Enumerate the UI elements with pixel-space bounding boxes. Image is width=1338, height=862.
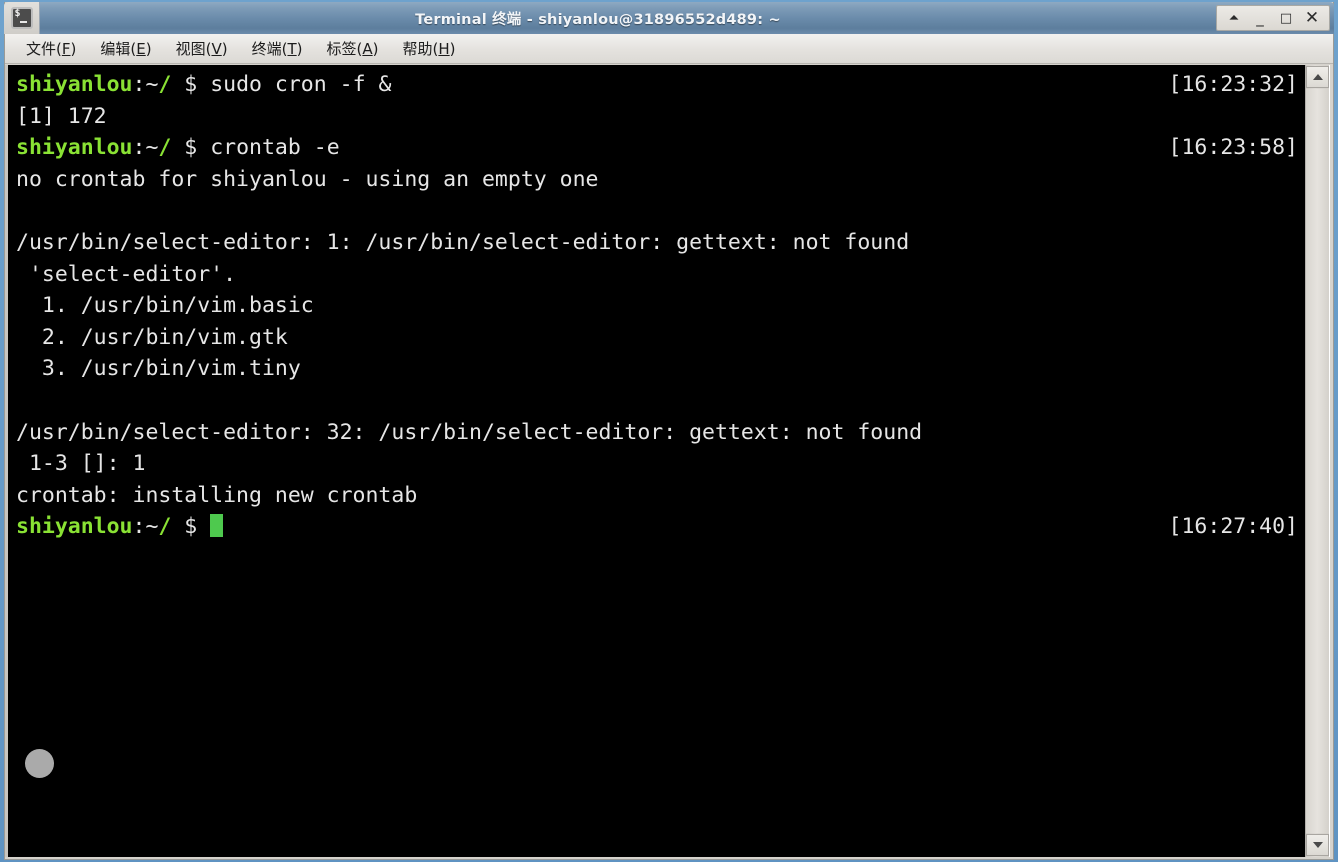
close-button[interactable]: ✕ [1299,6,1325,30]
prompt-colon: : [132,514,146,540]
menu-item-label: 终端 [251,40,282,58]
terminal-output-line: crontab: installing new crontab [16,480,1305,512]
terminal-output-line: 1-3 []: 1 [16,448,1305,480]
terminal-cursor [210,514,224,538]
minimize-button[interactable]: _ [1247,6,1273,30]
terminal-scrollbar[interactable] [1305,65,1330,857]
terminal-timestamp: [16:23:58] [1168,135,1298,161]
menu-item-label: 视图 [175,40,206,58]
prompt-path-tilde: ~ [145,72,159,97]
menu-item-4[interactable]: 终端(T) [241,35,314,62]
scroll-up-arrow-icon[interactable] [1306,66,1329,88]
terminal-output-line: /usr/bin/select-editor: 1: /usr/bin/sele… [16,227,1305,259]
prompt-symbol: $ [171,72,198,97]
prompt-colon: : [132,135,146,161]
menu-item-6[interactable]: 帮助(H) [392,35,467,62]
menu-item-3[interactable]: 视图(V) [165,35,239,62]
menu-item-accelerator: (E) [130,40,152,58]
shell-prompt: shiyanlou:~/ $ [16,72,197,97]
terminal-output-line: 2. /usr/bin/vim.gtk [16,322,1305,354]
terminal-output: shiyanlou:~/ $ sudo cron -f & [16:23:32][… [16,69,1305,543]
terminal-icon [10,7,33,29]
menu-item-2[interactable]: 编辑(E) [89,35,162,62]
maximize-button[interactable]: □ [1273,6,1299,30]
terminal-screen[interactable]: shiyanlou:~/ $ sudo cron -f & [16:23:32][… [5,65,1305,857]
terminal-command-text: sudo cron -f & [197,72,392,97]
menu-item-accelerator: (V) [205,40,228,58]
prompt-symbol: $ [171,514,198,540]
menu-item-5[interactable]: 标签(A) [316,35,390,62]
prompt-symbol: $ [171,135,198,161]
terminal-command-text: crontab -e [197,135,340,161]
terminal-area: shiyanlou:~/ $ sudo cron -f & [16:23:32][… [5,65,1333,857]
terminal-output-text: 3. /usr/bin/vim.tiny [16,356,301,382]
scrollbar-track[interactable] [1306,89,1329,833]
menu-item-accelerator: (T) [281,40,303,58]
scroll-down-arrow-icon[interactable] [1306,834,1329,856]
prompt-path-slash: / [158,135,172,161]
menu-item-label: 文件 [26,40,57,58]
terminal-prompt-line: shiyanlou:~/ $ sudo cron -f & [16:23:32] [16,69,1305,101]
terminal-output-line: 3. /usr/bin/vim.tiny [16,353,1305,385]
terminal-output-text: 1-3 []: 1 [16,451,146,477]
terminal-output-line: [1] 172 [16,101,1305,133]
prompt-user: shiyanlou [16,135,133,161]
terminal-output-line: no crontab for shiyanlou - using an empt… [16,164,1305,196]
menu-item-label: 标签 [326,40,357,58]
terminal-timestamp: [16:23:32] [1168,72,1298,97]
terminal-output-text: [1] 172 [16,103,107,129]
menu-item-label: 帮助 [402,40,433,58]
terminal-prompt-line: shiyanlou:~/ $ crontab -e [16:23:58] [16,132,1305,164]
shell-prompt: shiyanlou:~/ $ [16,135,197,160]
prompt-path-slash: / [158,72,172,97]
terminal-output-line: 1. /usr/bin/vim.basic [16,290,1305,322]
terminal-output-text: 2. /usr/bin/vim.gtk [16,324,288,350]
menu-item-accelerator: (A) [356,40,379,58]
terminal-output-text: no crontab for shiyanlou - using an empt… [16,166,599,192]
menu-bar: 文件(F) 编辑(E) 视图(V) 终端(T) 标签(A) 帮助(H) [5,34,1333,64]
menu-item-1[interactable]: 文件(F) [15,35,87,62]
window-title: Terminal 终端 - shiyanlou@31896552d489: ~ [415,11,781,28]
mouse-pointer-indicator [25,749,54,778]
terminal-output-text: 1. /usr/bin/vim.basic [16,293,314,319]
terminal-output-text: 'select-editor'. [16,261,237,287]
menu-item-label: 编辑 [100,40,131,58]
prompt-user: shiyanlou [16,72,133,97]
shell-prompt: shiyanlou:~/ $ [16,514,197,539]
shade-button[interactable]: ⏶ [1221,6,1247,30]
terminal-output-text: /usr/bin/select-editor: 32: /usr/bin/sel… [16,419,923,445]
prompt-user: shiyanlou [16,514,133,540]
terminal-output-text: /usr/bin/select-editor: 1: /usr/bin/sele… [16,229,910,255]
prompt-path-tilde: ~ [145,135,159,161]
terminal-output-line: /usr/bin/select-editor: 32: /usr/bin/sel… [16,417,1305,449]
window-controls: ⏶ _ □ ✕ [1216,5,1330,31]
title-bar: Terminal 终端 - shiyanlou@31896552d489: ~ … [4,2,1334,34]
terminal-command-text [197,514,210,539]
menu-item-accelerator: (F) [56,40,77,58]
terminal-timestamp: [16:27:40] [1168,514,1298,540]
terminal-output-text: crontab: installing new crontab [16,482,418,508]
menu-item-accelerator: (H) [432,40,456,58]
terminal-prompt-line: shiyanlou:~/ $ [16:27:40] [16,511,1305,543]
prompt-path-slash: / [158,514,172,540]
prompt-colon: : [132,72,146,97]
terminal-output-line: 'select-editor'. [16,259,1305,291]
desktop-background: Terminal 终端 - shiyanlou@31896552d489: ~ … [0,0,1338,862]
prompt-path-tilde: ~ [145,514,159,540]
